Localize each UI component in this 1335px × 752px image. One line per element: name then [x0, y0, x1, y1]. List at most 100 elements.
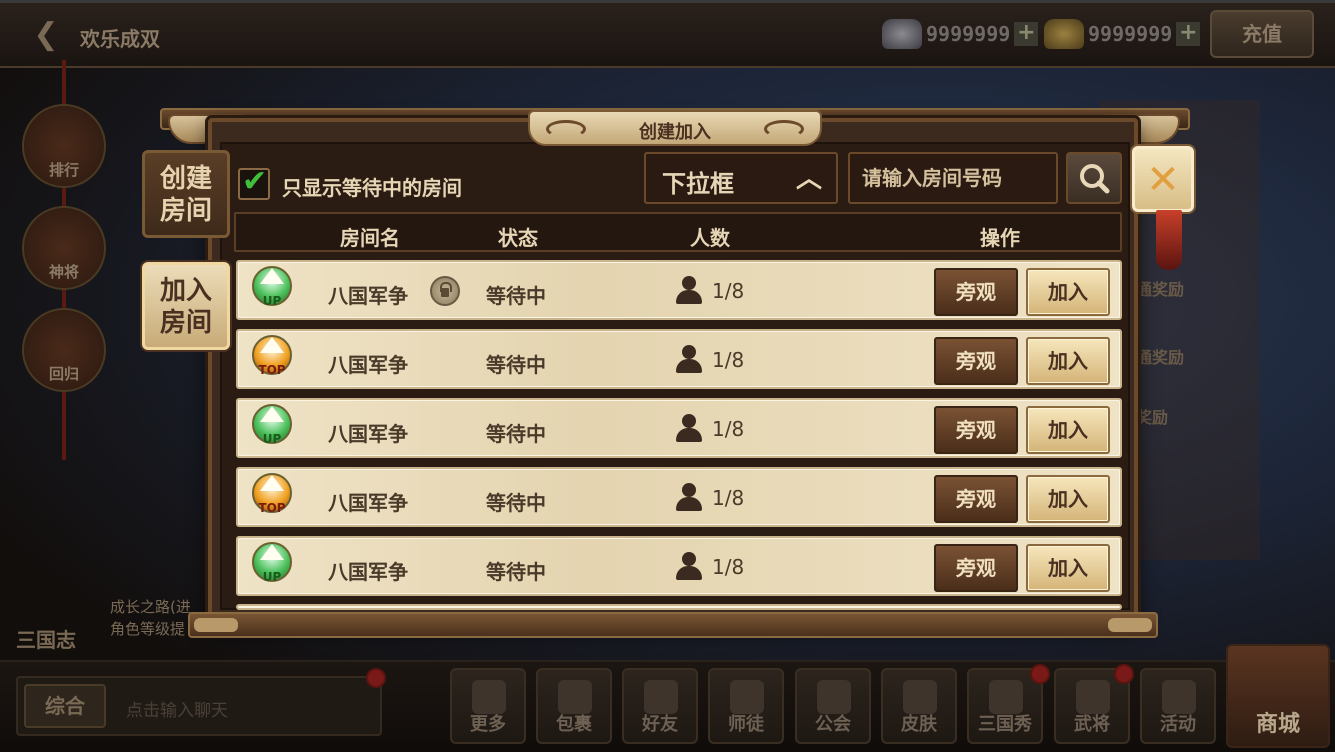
modal-title-plate: 创建加入 — [528, 110, 822, 146]
sanguo-label: 三国志 — [16, 628, 76, 652]
silver-ingot-icon — [882, 19, 922, 49]
shop-button[interactable]: 商城 — [1226, 644, 1330, 748]
table-row[interactable]: UP 八国军争 等待中 1/8 旁观 加入 — [236, 398, 1122, 458]
spectate-button[interactable]: 旁观 — [934, 475, 1018, 523]
decorative-tassel — [1156, 210, 1182, 270]
sanguo-show-notification-dot — [1030, 664, 1050, 684]
chat-channel-tab[interactable]: 综合 — [24, 684, 106, 728]
join-button[interactable]: 加入 — [1026, 406, 1110, 454]
room-number-input[interactable] — [848, 152, 1058, 204]
table-row[interactable]: TOP 八国军争 等待中 1/8 旁观 加入 — [236, 467, 1122, 527]
reward-label-2: 通奖励 — [1136, 348, 1185, 367]
more-button[interactable]: 更多 — [450, 668, 526, 744]
person-icon — [676, 276, 702, 306]
waiting-only-checkbox[interactable]: ✔ — [238, 164, 270, 200]
tab-join-room[interactable]: 加入 房间 — [142, 262, 230, 350]
badge-text: TOP — [258, 501, 286, 515]
table-row[interactable]: TOP 八国军争 等待中 1/8 旁观 加入 — [236, 329, 1122, 389]
tab-join-line2: 房间 — [159, 308, 212, 338]
add-gold-button[interactable]: + — [1176, 22, 1201, 46]
bag-icon — [558, 680, 592, 714]
badge-arrow — [260, 544, 284, 560]
table-row-partial — [236, 604, 1122, 610]
page-title: 欢乐成双 — [80, 27, 160, 51]
table-row[interactable]: UP 八国军争 等待中 1/8 旁观 加入 — [236, 536, 1122, 596]
bag-button[interactable]: 包裹 — [536, 668, 612, 744]
player-count: 1/8 — [712, 417, 745, 441]
gift-icon — [1162, 680, 1196, 714]
room-dropdown[interactable]: 下拉框 ︿ — [644, 152, 838, 204]
join-button[interactable]: 加入 — [1026, 337, 1110, 385]
skin-button[interactable]: 皮肤 — [881, 668, 957, 744]
activity-button[interactable]: 活动 — [1140, 668, 1216, 744]
spectate-button[interactable]: 旁观 — [934, 337, 1018, 385]
guild-button[interactable]: 公会 — [795, 668, 871, 744]
tab-create-line1: 创建 — [159, 164, 212, 194]
skin-label: 皮肤 — [901, 714, 937, 735]
room-status: 等待中 — [486, 422, 546, 446]
badge-text: UP — [262, 294, 282, 308]
modal-bottom-rail — [188, 612, 1158, 638]
chat-input[interactable]: 点击输入聊天 — [126, 696, 228, 721]
up-badge-icon: UP — [246, 266, 298, 316]
right-rail-knob — [1108, 618, 1152, 632]
close-button[interactable]: ✕ — [1132, 146, 1194, 212]
tab-create-line2: 房间 — [159, 196, 212, 226]
mentor-icon — [730, 680, 764, 714]
helmet-icon — [1076, 680, 1110, 714]
header-status: 状态 — [498, 226, 538, 250]
heroes-button[interactable]: 神将 — [22, 206, 106, 290]
reward-label-1: 通奖励 — [1136, 280, 1185, 299]
person-icon — [676, 552, 702, 582]
generals-label: 武将 — [1074, 714, 1110, 735]
puzzle-icon — [989, 680, 1023, 714]
shop-label: 商城 — [1255, 712, 1300, 737]
generals-notification-dot — [1114, 664, 1134, 684]
recharge-button[interactable]: 充值 — [1210, 10, 1314, 58]
ranking-button[interactable]: 排行 — [22, 104, 106, 188]
left-rail-knob — [194, 618, 238, 632]
join-button[interactable]: 加入 — [1026, 268, 1110, 316]
back-arrow-icon[interactable]: ❮ — [22, 15, 70, 55]
chat-notification-dot — [366, 668, 386, 688]
more-label: 更多 — [470, 714, 506, 735]
gold-currency: 9999999 + — [1044, 18, 1201, 50]
spectate-button[interactable]: 旁观 — [934, 406, 1018, 454]
join-button[interactable]: 加入 — [1026, 475, 1110, 523]
tab-create-room[interactable]: 创建 房间 — [142, 150, 230, 238]
table-row[interactable]: UP 八国军争 等待中 1/8 旁观 加入 — [236, 260, 1122, 320]
search-icon — [1080, 164, 1110, 194]
room-name: 八国军争 — [328, 422, 408, 446]
spectate-button[interactable]: 旁观 — [934, 544, 1018, 592]
search-button[interactable] — [1066, 152, 1122, 204]
guild-label: 公会 — [815, 714, 851, 735]
spectate-button[interactable]: 旁观 — [934, 268, 1018, 316]
return-label: 回归 — [48, 365, 79, 383]
friends-button[interactable]: 好友 — [622, 668, 698, 744]
badge-arrow — [260, 337, 284, 353]
gold-ingot-icon — [1044, 19, 1084, 49]
badge-text: TOP — [258, 363, 286, 377]
guild-icon — [817, 680, 851, 714]
dropdown-label: 下拉框 — [662, 170, 734, 198]
return-button[interactable]: 回归 — [22, 308, 106, 392]
growth-desc: 角色等级提 — [110, 620, 186, 638]
heroes-label: 神将 — [48, 263, 79, 281]
growth-title: 成长之路(进 — [110, 598, 191, 616]
add-silver-button[interactable]: + — [1014, 22, 1039, 46]
bag-label: 包裹 — [556, 714, 592, 735]
join-button[interactable]: 加入 — [1026, 544, 1110, 592]
activity-label: 活动 — [1160, 714, 1196, 735]
badge-arrow — [260, 475, 284, 491]
room-status: 等待中 — [486, 353, 546, 377]
badge-arrow — [260, 406, 284, 422]
person-icon — [676, 414, 702, 444]
lock-icon — [430, 276, 460, 306]
player-count: 1/8 — [712, 348, 745, 372]
mentor-button[interactable]: 师徒 — [708, 668, 784, 744]
room-status: 等待中 — [486, 491, 546, 515]
room-name: 八国军争 — [328, 353, 408, 377]
room-status: 等待中 — [486, 560, 546, 584]
person-icon — [676, 345, 702, 375]
silver-currency: 9999999 + — [882, 18, 1039, 50]
